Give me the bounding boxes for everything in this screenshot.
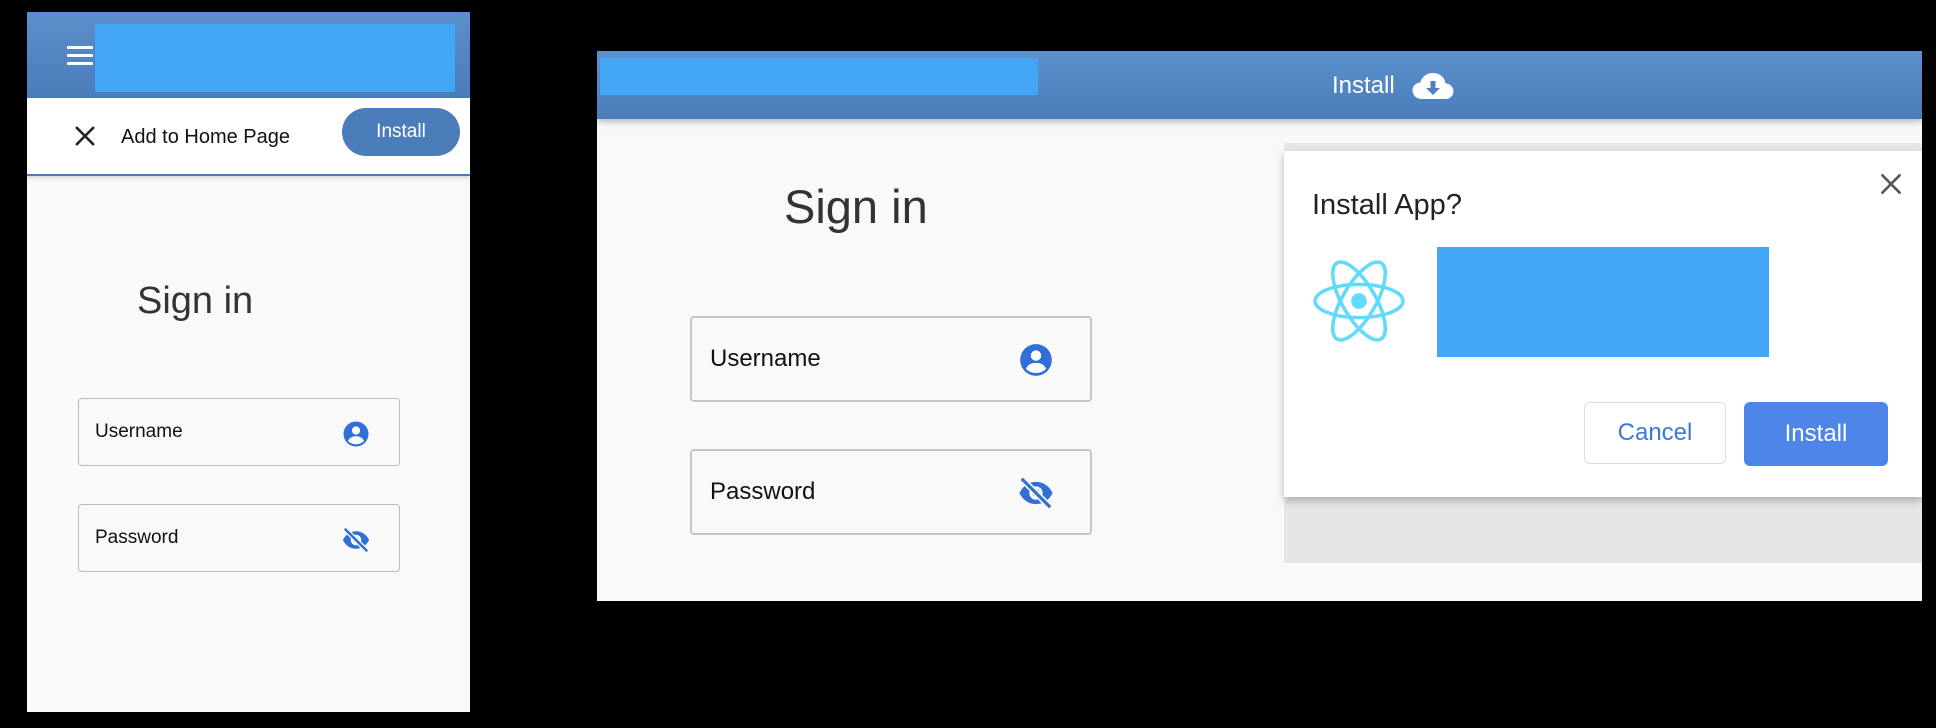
close-icon[interactable] — [71, 122, 99, 150]
username-field[interactable]: Username — [78, 398, 400, 466]
add-to-home-banner: Add to Home Page Install — [27, 98, 470, 176]
install-button[interactable]: Install — [1744, 402, 1888, 466]
redacted-app-title — [95, 24, 455, 92]
password-label: Password — [95, 527, 179, 548]
dialog-title: Install App? — [1312, 189, 1462, 221]
account-circle-icon — [1020, 344, 1052, 376]
signin-title: Sign in — [784, 180, 928, 233]
password-label: Password — [710, 478, 816, 505]
app-bar — [27, 12, 470, 98]
header-install-label: Install — [1332, 72, 1395, 99]
close-icon[interactable] — [1878, 171, 1904, 197]
username-label: Username — [710, 345, 821, 372]
signin-title: Sign in — [137, 280, 254, 322]
desktop-screen: Sign in Username Password Install Instal… — [597, 51, 1922, 601]
redacted-app-info — [1437, 247, 1769, 357]
app-bar: Install — [597, 51, 1922, 119]
react-logo — [1313, 260, 1405, 342]
install-button[interactable]: Install — [342, 108, 460, 156]
redacted-app-title — [600, 58, 1038, 95]
mobile-screen: Add to Home Page Install Sign in Usernam… — [27, 12, 470, 712]
install-app-dialog: Install App? Cancel Install — [1284, 151, 1922, 497]
account-circle-icon — [343, 421, 369, 447]
header-install-button[interactable]: Install — [1332, 71, 1455, 101]
cloud-download-icon — [1412, 73, 1454, 99]
menu-icon[interactable] — [67, 46, 93, 66]
cancel-button[interactable]: Cancel — [1584, 402, 1726, 464]
password-field[interactable]: Password — [690, 449, 1092, 535]
visibility-off-icon[interactable] — [1017, 474, 1055, 512]
add-to-home-label: Add to Home Page — [121, 126, 290, 148]
username-field[interactable]: Username — [690, 316, 1092, 402]
password-field[interactable]: Password — [78, 504, 400, 572]
username-label: Username — [95, 421, 183, 442]
visibility-off-icon[interactable] — [341, 525, 371, 555]
